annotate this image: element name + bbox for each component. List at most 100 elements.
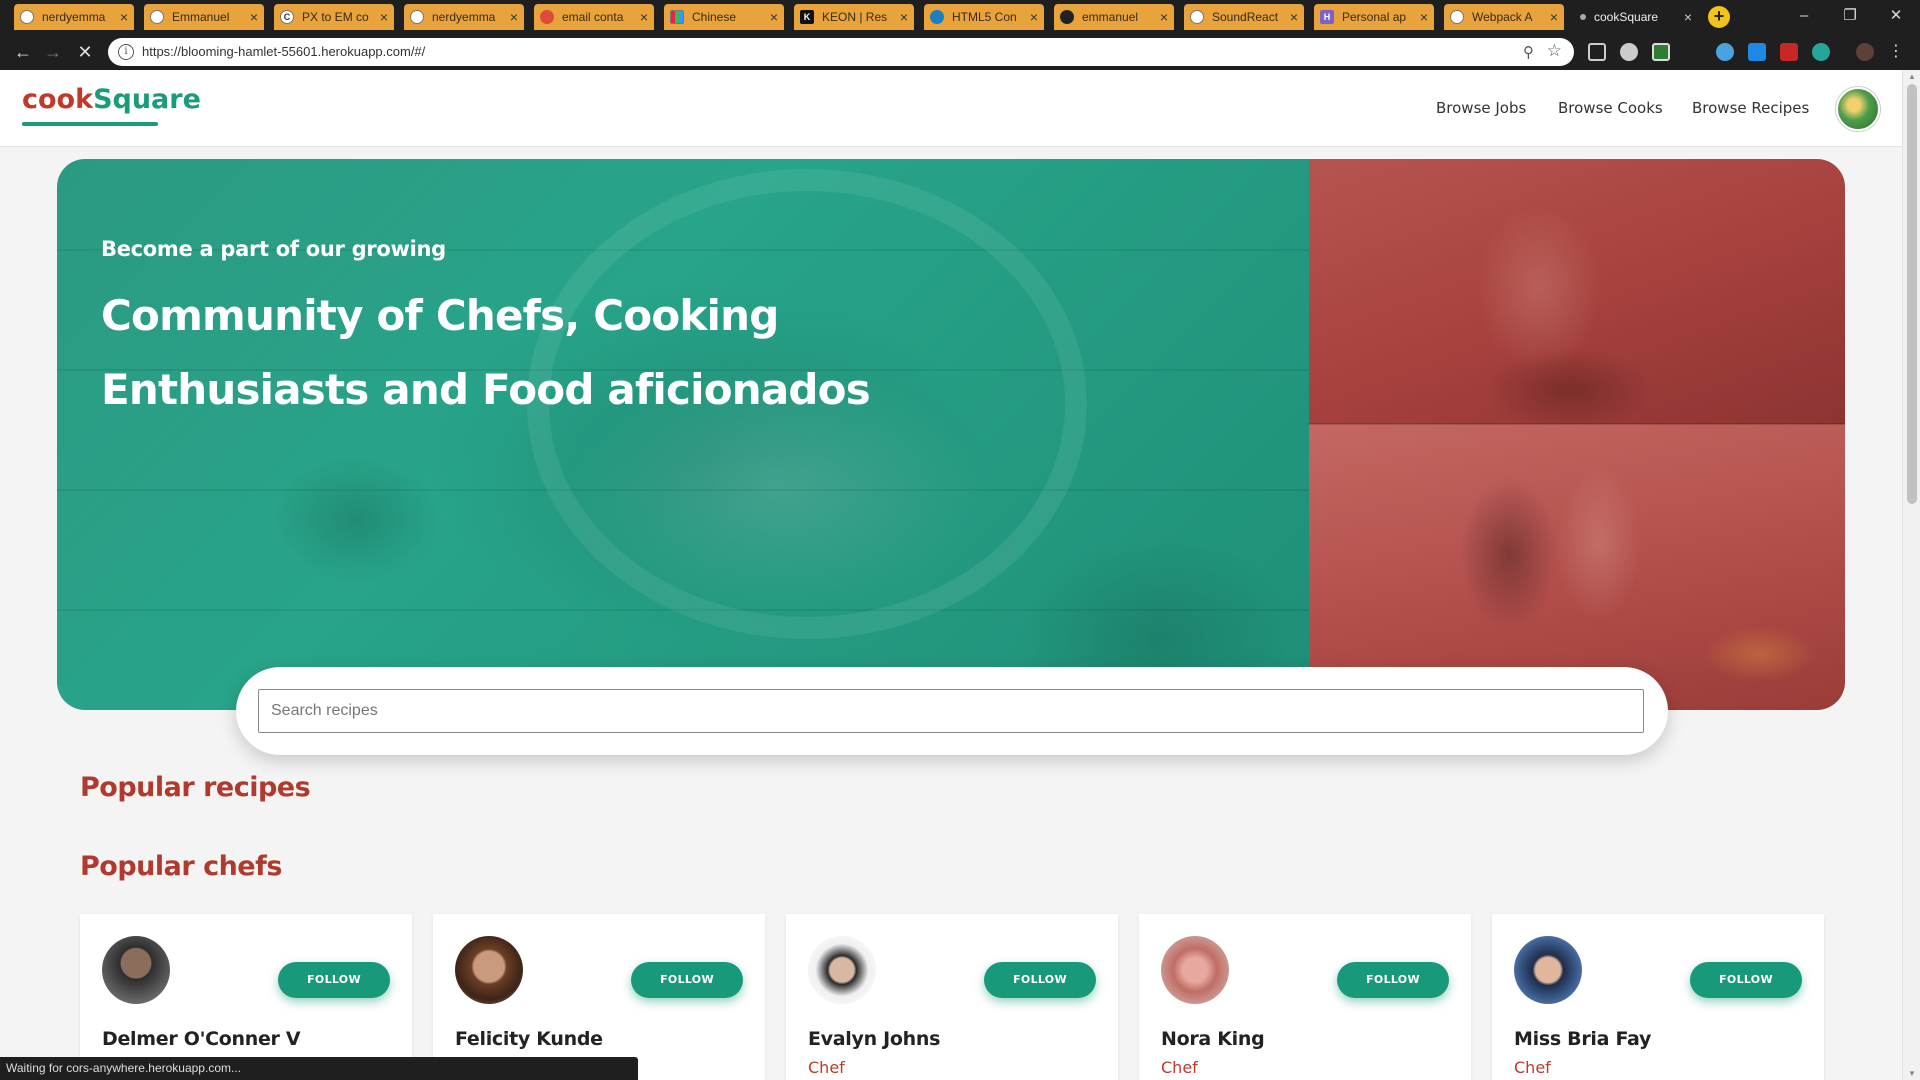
close-icon[interactable]: × xyxy=(1684,9,1692,25)
window-close-icon[interactable]: ✕ xyxy=(1876,4,1916,28)
k-icon: K xyxy=(800,10,814,24)
scroll-up-icon[interactable]: ▲ xyxy=(1907,72,1917,81)
chef-avatar[interactable] xyxy=(808,936,876,1004)
github-icon xyxy=(1060,10,1074,24)
react-extension-icon[interactable] xyxy=(1716,43,1734,61)
close-icon[interactable]: × xyxy=(900,9,908,25)
search-card xyxy=(236,667,1668,755)
tab-title: nerdyemma xyxy=(42,10,106,24)
nav-browse-recipes[interactable]: Browse Recipes xyxy=(1692,99,1809,117)
chef-card[interactable]: FOLLOW Delmer O'Conner V xyxy=(80,914,412,1080)
chef-avatar[interactable] xyxy=(455,936,523,1004)
scroll-down-icon[interactable]: ▼ xyxy=(1907,1069,1917,1078)
extension-icon[interactable] xyxy=(1780,43,1798,61)
browser-tab[interactable]: Emmanuel × xyxy=(144,4,264,30)
extension-icon[interactable] xyxy=(1652,43,1670,61)
browser-tab[interactable]: K KEON | Res × xyxy=(794,4,914,30)
minimize-icon[interactable]: – xyxy=(1784,4,1824,28)
browser-tab[interactable]: Webpack A × xyxy=(1444,4,1564,30)
browser-tab[interactable]: email conta × xyxy=(534,4,654,30)
close-icon[interactable]: × xyxy=(770,9,778,25)
zoom-icon[interactable]: ⚲ xyxy=(1523,43,1534,61)
page-scrollbar[interactable]: ▲ ▼ xyxy=(1902,70,1920,1080)
menu-kebab-icon[interactable]: ⋮ xyxy=(1888,43,1904,61)
close-icon[interactable]: × xyxy=(120,9,128,25)
chef-card[interactable]: FOLLOW Nora King Chef xyxy=(1139,914,1471,1080)
tab-title: Chinese xyxy=(692,10,737,24)
nav-browse-cooks[interactable]: Browse Cooks xyxy=(1558,99,1663,117)
stop-loading-icon[interactable]: ✕ xyxy=(74,41,96,63)
hero-banner: Become a part of our growing Community o… xyxy=(57,159,1845,710)
chef-name[interactable]: Miss Bria Fay xyxy=(1514,1028,1651,1050)
forward-icon[interactable]: → xyxy=(42,41,64,63)
close-icon[interactable]: × xyxy=(250,9,258,25)
chef-role: Chef xyxy=(808,1058,845,1077)
settings-extension-icon[interactable] xyxy=(1620,43,1638,61)
logo-text-square: Square xyxy=(93,84,201,115)
extension-icon[interactable] xyxy=(1588,43,1606,61)
c-icon: C xyxy=(280,10,294,24)
profile-icon[interactable] xyxy=(1856,43,1874,61)
hero-grill-image xyxy=(1309,159,1845,424)
chef-card[interactable]: FOLLOW Evalyn Johns Chef xyxy=(786,914,1118,1080)
tab-title: cookSquare xyxy=(1594,10,1659,24)
browser-tab[interactable]: SoundReact × xyxy=(1184,4,1304,30)
popular-recipes-heading: Popular recipes xyxy=(80,772,311,803)
address-url[interactable]: https://blooming-hamlet-55601.herokuapp.… xyxy=(142,44,425,59)
tab-title: HTML5 Con xyxy=(952,10,1017,24)
follow-button[interactable]: FOLLOW xyxy=(1337,962,1449,998)
browser-tab[interactable]: C PX to EM co × xyxy=(274,4,394,30)
chef-name[interactable]: Nora King xyxy=(1161,1028,1265,1050)
new-tab-button[interactable]: + xyxy=(1708,6,1730,28)
tab-title: Webpack A xyxy=(1472,10,1533,24)
follow-button[interactable]: FOLLOW xyxy=(631,962,743,998)
search-recipes-input[interactable] xyxy=(258,689,1644,733)
close-icon[interactable]: × xyxy=(510,9,518,25)
tab-title: KEON | Res xyxy=(822,10,888,24)
nav-browse-jobs[interactable]: Browse Jobs xyxy=(1436,99,1526,117)
browser-tab[interactable]: nerdyemma × xyxy=(14,4,134,30)
extension-icon[interactable] xyxy=(1748,43,1766,61)
logo[interactable]: cookSquare xyxy=(22,84,201,115)
restore-icon[interactable]: ❐ xyxy=(1830,4,1870,28)
chef-name[interactable]: Evalyn Johns xyxy=(808,1028,940,1050)
back-icon[interactable]: ← xyxy=(12,41,34,63)
browser-tab[interactable]: Chinese × xyxy=(664,4,784,30)
browser-tab[interactable]: nerdyemma × xyxy=(404,4,524,30)
follow-button[interactable]: FOLLOW xyxy=(278,962,390,998)
browser-tab[interactable]: HTML5 Con × xyxy=(924,4,1044,30)
extension-icon[interactable] xyxy=(1812,43,1830,61)
logo-underline xyxy=(22,122,158,126)
chrome-icon xyxy=(150,10,164,24)
browser-tab[interactable]: H Personal ap × xyxy=(1314,4,1434,30)
chef-avatar[interactable] xyxy=(102,936,170,1004)
scroll-thumb[interactable] xyxy=(1907,84,1917,504)
user-avatar[interactable] xyxy=(1836,87,1880,131)
info-icon[interactable]: i xyxy=(118,44,134,60)
popular-chefs-heading: Popular chefs xyxy=(80,851,282,882)
chef-avatar[interactable] xyxy=(1161,936,1229,1004)
chef-card[interactable]: FOLLOW Felicity Kunde xyxy=(433,914,765,1080)
chef-name[interactable]: Delmer O'Conner V xyxy=(102,1028,301,1050)
address-bar[interactable]: i https://blooming-hamlet-55601.herokuap… xyxy=(108,38,1574,66)
chef-role: Chef xyxy=(1514,1058,1551,1077)
chef-card[interactable]: FOLLOW Miss Bria Fay Chef xyxy=(1492,914,1824,1080)
pinterest-icon xyxy=(540,10,554,24)
close-icon[interactable]: × xyxy=(1290,9,1298,25)
close-icon[interactable]: × xyxy=(1160,9,1168,25)
globe-icon xyxy=(20,10,34,24)
close-icon[interactable]: × xyxy=(1030,9,1038,25)
hero-image-divider xyxy=(1309,423,1845,425)
browser-tab-active[interactable]: cookSquare × xyxy=(1574,4,1698,30)
close-icon[interactable]: × xyxy=(640,9,648,25)
chef-name[interactable]: Felicity Kunde xyxy=(455,1028,603,1050)
tab-title: email conta xyxy=(562,10,624,24)
chef-avatar[interactable] xyxy=(1514,936,1582,1004)
close-icon[interactable]: × xyxy=(1420,9,1428,25)
close-icon[interactable]: × xyxy=(1550,9,1558,25)
close-icon[interactable]: × xyxy=(380,9,388,25)
browser-tab[interactable]: emmanuel × xyxy=(1054,4,1174,30)
bookmark-star-icon[interactable]: ☆ xyxy=(1547,41,1562,61)
follow-button[interactable]: FOLLOW xyxy=(1690,962,1802,998)
follow-button[interactable]: FOLLOW xyxy=(984,962,1096,998)
